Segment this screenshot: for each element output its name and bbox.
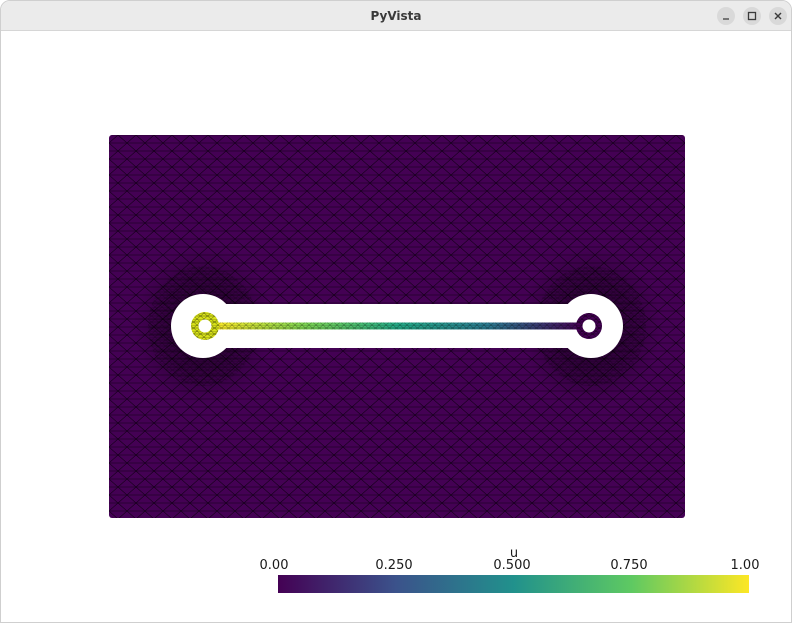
minimize-icon: [723, 18, 729, 20]
colorbar-tick-2: 0.500: [493, 558, 531, 573]
maximize-button[interactable]: [743, 7, 761, 25]
colorbar-gradient: [278, 575, 749, 593]
right-hole: [582, 319, 596, 333]
app-window: PyVista u 0.00 0.250 0.500 0.750 1.00: [0, 0, 792, 623]
colorbar-tick-4: 1.00: [730, 558, 760, 573]
left-hole: [198, 319, 212, 333]
colorbar-tick-0: 0.00: [259, 558, 289, 573]
inner-strip-mesh: [213, 322, 581, 330]
close-icon: [774, 12, 782, 20]
colorbar-tick-1: 0.250: [375, 558, 413, 573]
window-title: PyVista: [370, 9, 422, 23]
minimize-button[interactable]: [717, 7, 735, 25]
close-button[interactable]: [769, 7, 787, 25]
mesh-scene[interactable]: [1, 31, 792, 623]
maximize-icon: [747, 11, 757, 21]
title-bar[interactable]: PyVista: [1, 1, 791, 31]
render-viewport[interactable]: [1, 31, 792, 623]
colorbar-tick-3: 0.750: [610, 558, 648, 573]
